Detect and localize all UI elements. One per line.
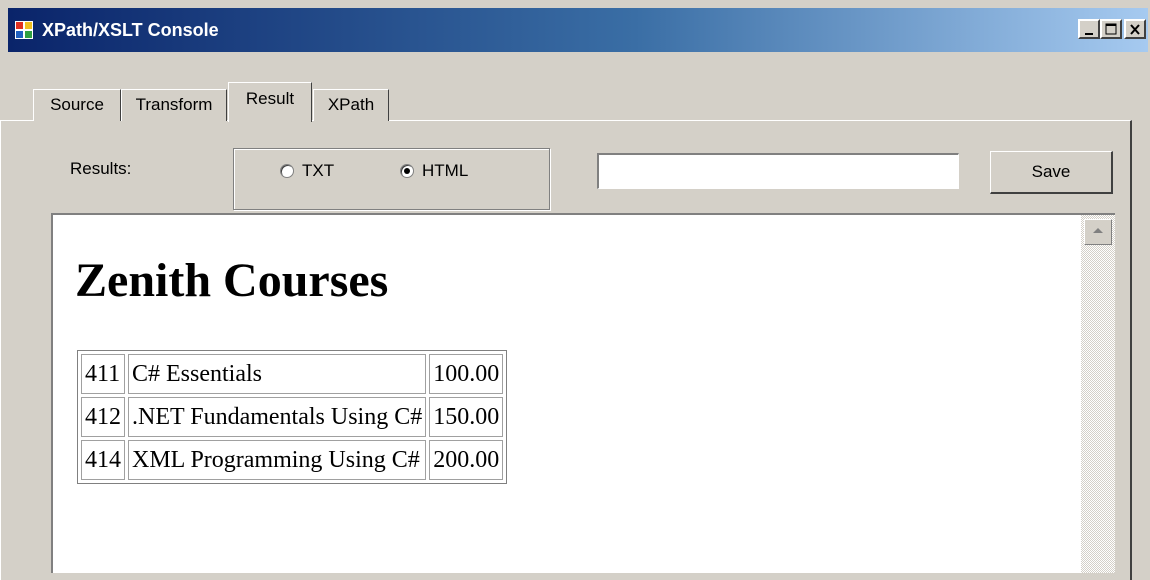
close-button[interactable] [1124,19,1146,39]
title-bar[interactable]: XPath/XSLT Console [8,8,1148,52]
window-title: XPath/XSLT Console [42,20,219,40]
html-radio-circle[interactable] [400,164,414,178]
course-name: .NET Fundamentals Using C# [128,397,427,437]
html-radio[interactable]: HTML [400,161,468,181]
html-radio-label: HTML [422,161,469,180]
tab-transform[interactable]: Transform [121,89,227,121]
txt-radio[interactable]: TXT [280,161,334,181]
vertical-scrollbar[interactable] [1081,215,1115,573]
txt-radio-circle[interactable] [280,164,294,178]
results-label: Results: [70,159,132,178]
course-name: C# Essentials [128,354,427,394]
save-button[interactable]: Save [990,151,1113,194]
save-path-input[interactable] [597,153,959,189]
maximize-button[interactable] [1100,19,1122,39]
minimize-icon [1085,33,1093,35]
table-row: 412 .NET Fundamentals Using C# 150.00 [81,397,504,437]
tab-result[interactable]: Result [228,82,312,122]
course-price: 150.00 [429,397,504,437]
tab-source[interactable]: Source [33,89,121,121]
tab-xpath[interactable]: XPath [313,89,389,121]
document-heading: Zenith Courses [75,254,389,307]
course-id: 411 [81,354,125,394]
scroll-up-button[interactable] [1084,219,1112,245]
course-price: 100.00 [429,354,504,394]
txt-radio-label: TXT [302,161,335,180]
course-name: XML Programming Using C# [128,440,427,480]
course-id: 412 [81,397,125,437]
course-table: 411 C# Essentials 100.00 412 .NET Fundam… [77,350,508,484]
maximize-icon [1105,23,1117,35]
course-price: 200.00 [429,440,504,480]
table-row: 414 XML Programming Using C# 200.00 [81,440,504,480]
minimize-button[interactable] [1078,19,1100,39]
app-icon [15,21,33,39]
course-id: 414 [81,440,125,480]
table-row: 411 C# Essentials 100.00 [81,354,504,394]
close-icon [1130,24,1140,35]
result-browser[interactable]: Zenith Courses 411 C# Essentials 100.00 … [51,213,1115,573]
